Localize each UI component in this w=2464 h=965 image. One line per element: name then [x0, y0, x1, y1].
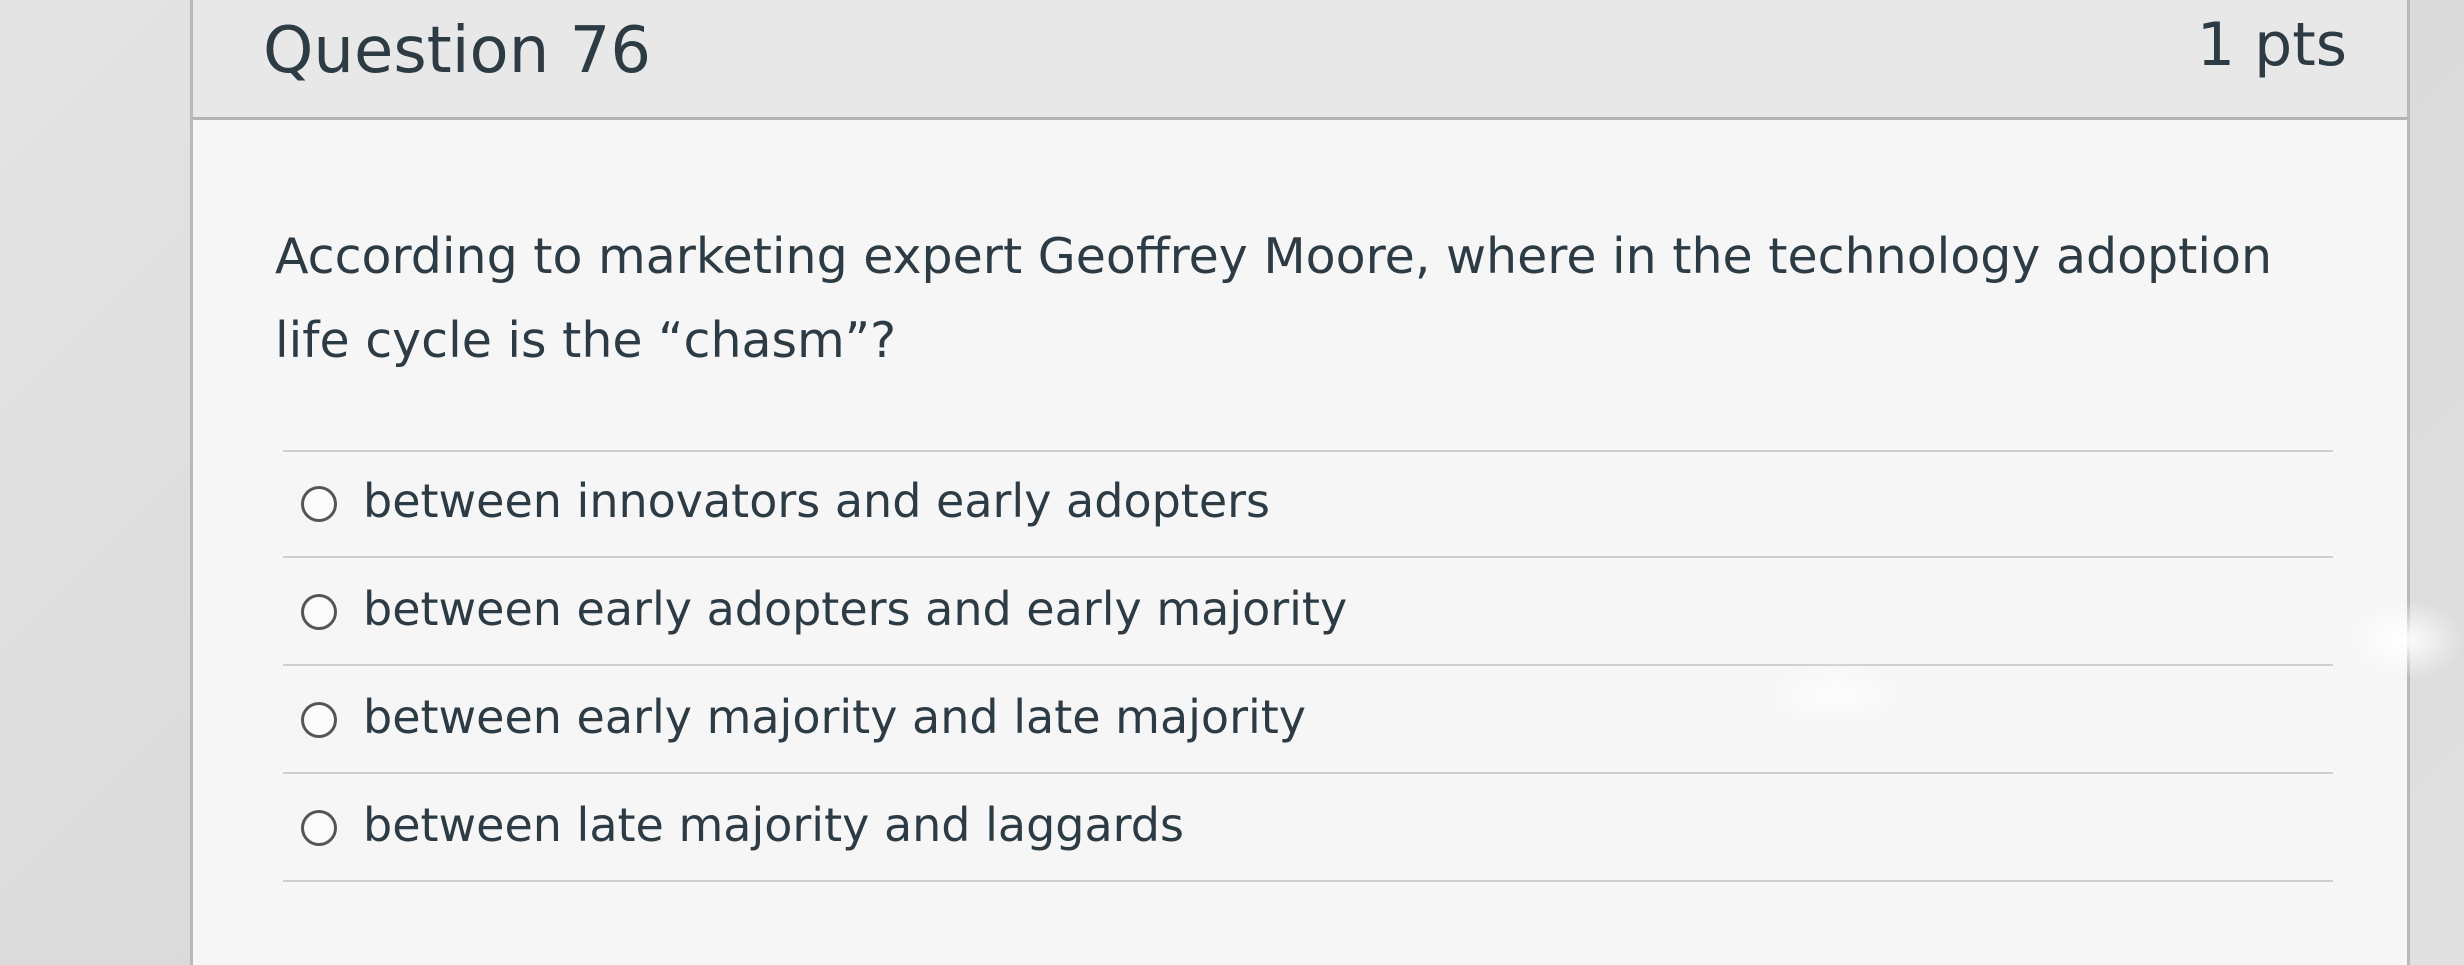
- radio-button-icon[interactable]: [301, 486, 337, 522]
- question-points: 1 pts: [2196, 10, 2347, 80]
- question-body: According to marketing expert Geoffrey M…: [193, 120, 2407, 965]
- answer-label[interactable]: between late majority and laggards: [363, 798, 1184, 852]
- answer-option-4[interactable]: between late majority and laggards: [283, 774, 2333, 882]
- answer-option-2[interactable]: between early adopters and early majorit…: [283, 558, 2333, 666]
- question-card: Question 76 1 pts According to marketing…: [190, 0, 2410, 965]
- answer-label[interactable]: between early adopters and early majorit…: [363, 582, 1347, 636]
- radio-button-icon[interactable]: [301, 702, 337, 738]
- answer-label[interactable]: between innovators and early adopters: [363, 474, 1270, 528]
- question-title: Question 76: [263, 14, 652, 88]
- question-header: Question 76 1 pts: [193, 0, 2407, 120]
- screen-glare: [1760, 660, 1910, 730]
- answer-label[interactable]: between early majority and late majority: [363, 690, 1306, 744]
- radio-button-icon[interactable]: [301, 810, 337, 846]
- screen-glare: [2344, 600, 2464, 680]
- question-prompt: According to marketing expert Geoffrey M…: [275, 228, 2273, 369]
- answer-option-1[interactable]: between innovators and early adopters: [283, 450, 2333, 558]
- radio-button-icon[interactable]: [301, 594, 337, 630]
- answer-list: between innovators and early adopters be…: [283, 450, 2333, 882]
- answer-option-3[interactable]: between early majority and late majority: [283, 666, 2333, 774]
